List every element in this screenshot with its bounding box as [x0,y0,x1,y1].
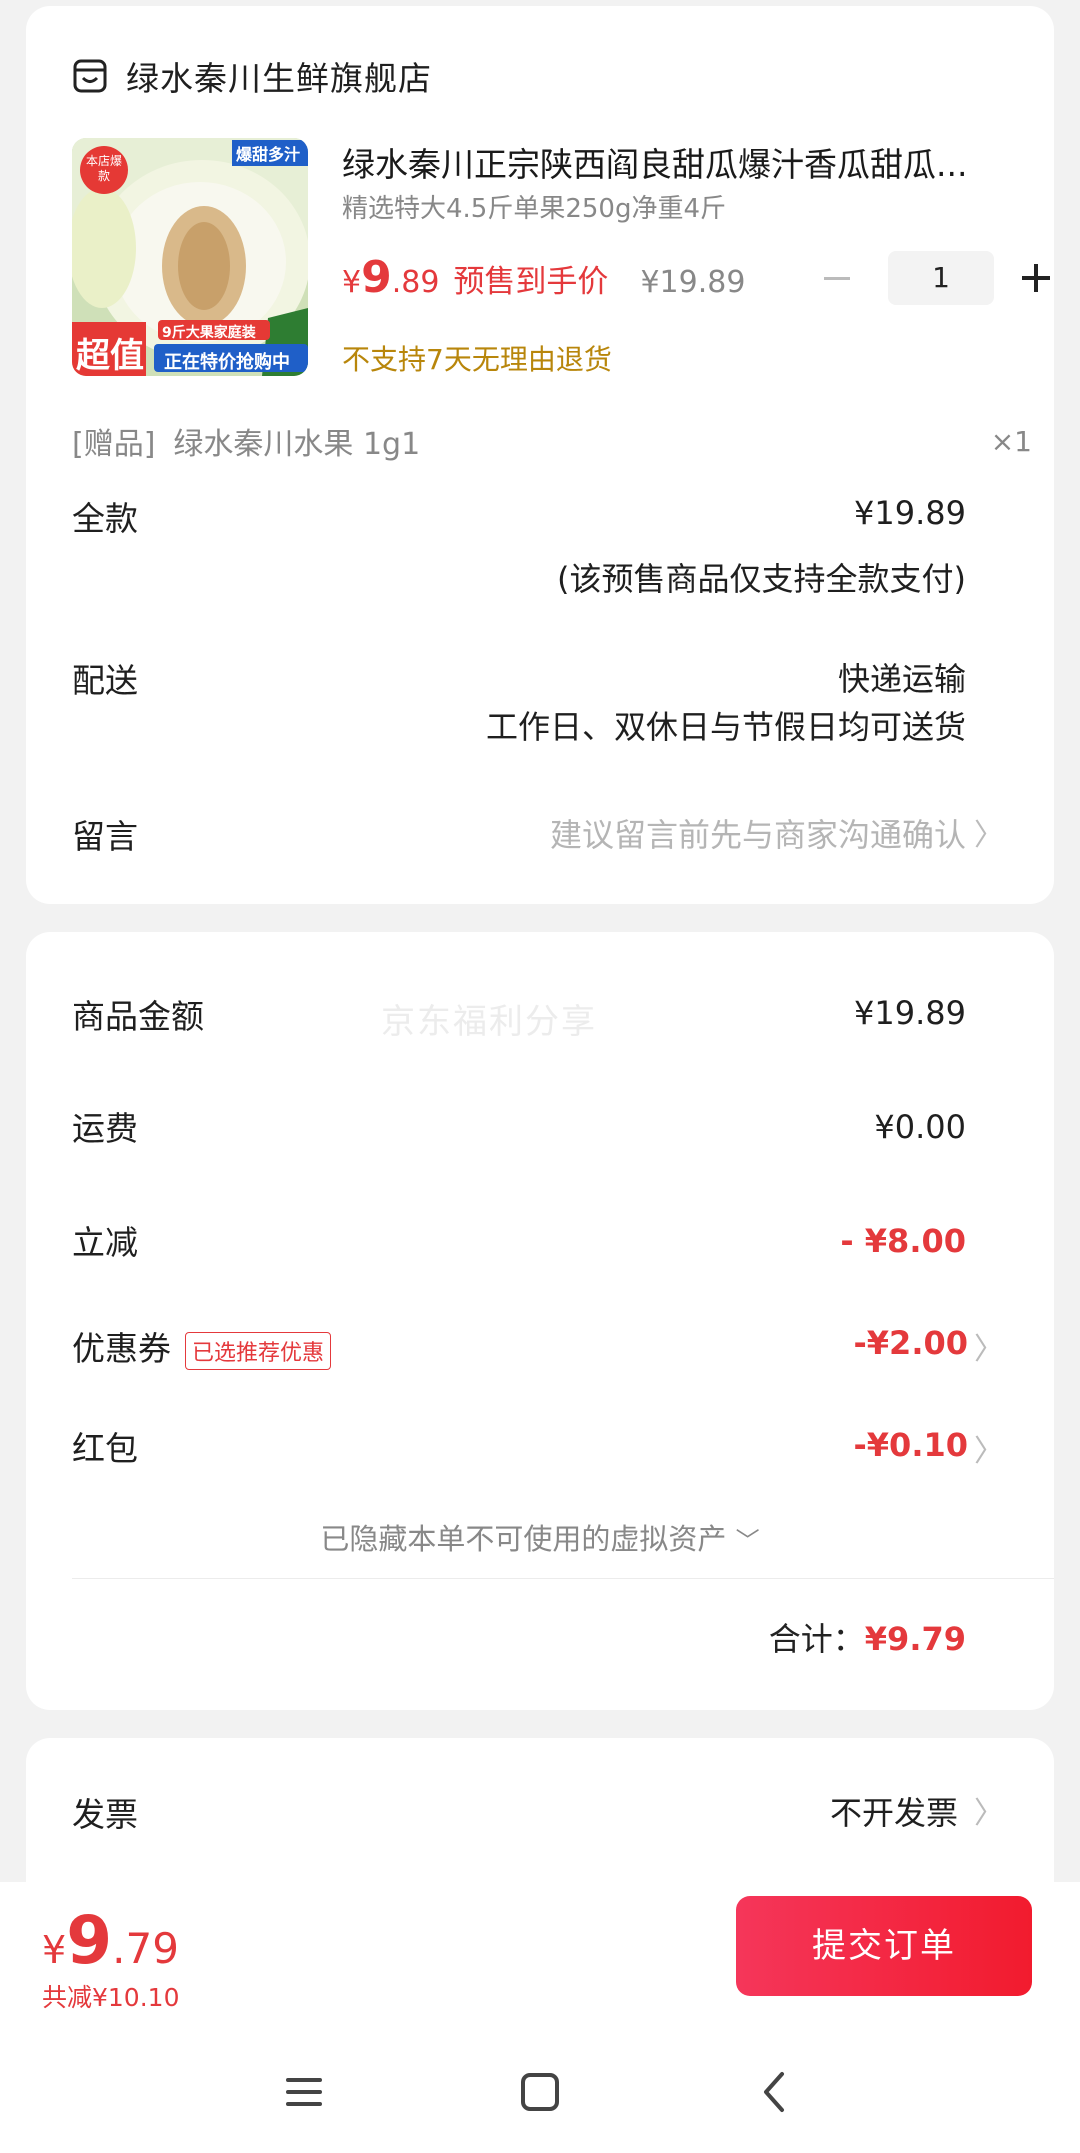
hidden-assets-toggle[interactable]: 已隐藏本单不可使用的虚拟资产 ﹀ [26,1516,1054,1558]
price-symbol: ¥ [342,265,362,300]
gift-name: 绿水秦川水果 1g1 [173,427,421,462]
shipping-value: ¥0.00 [874,1108,966,1146]
quantity-input[interactable]: 1 [888,251,994,305]
product-title[interactable]: 绿水秦川正宗陕西阎良甜瓜爆汁香瓜甜瓜... [342,138,1022,186]
delivery-method[interactable]: 快递运输 [838,654,966,700]
product-image[interactable]: 爆甜多汁 本店爆款 超值 9斤大果家庭装 正在特价抢购中 [72,138,308,376]
back-icon[interactable] [746,2062,806,2122]
redpacket-chevron-icon: 〉 [974,1434,1004,1469]
message-label: 留言 [72,817,138,856]
product-price: ¥ 9 .89 预售到手价 ¥19.89 [342,252,745,316]
coupon-badge: 已选推荐优惠 [185,1331,332,1370]
delivery-note: 工作日、双休日与节假日均可送货 [485,708,966,746]
submit-order-button[interactable]: 提交订单 [736,1896,1032,1996]
total-label: 合计： [768,1620,865,1658]
goods-amount-value: ¥19.89 [854,994,966,1032]
store-icon [73,59,107,93]
payable-price: ¥ 9 .79 [42,1902,179,1979]
no-return-notice: 不支持7天无理由退货 [342,343,612,376]
invoice-label: 发票 [72,1795,138,1834]
quantity-stepper: 1 [816,250,1056,306]
minus-icon[interactable] [816,250,856,306]
chevron-down-icon: ﹀ [735,1527,760,1555]
gift-qty: ×1 [990,424,1032,458]
gift-tag: [赠品] [72,427,156,462]
coupon-chevron-icon: 〉 [974,1332,1004,1367]
coupon-value[interactable]: -¥2.00 [854,1324,969,1362]
coupon-label: 优惠券 [72,1329,171,1368]
plus-icon[interactable] [1016,250,1056,306]
shop-header[interactable]: 绿水秦川生鲜旗舰店 [72,50,432,102]
shop-name: 绿水秦川生鲜旗舰店 [126,59,432,98]
image-pack-label: 9斤大果家庭装 [162,325,256,341]
invoice-value[interactable]: 不开发票 [830,1788,958,1834]
image-seal: 本店爆款 [86,154,123,183]
gift-row: [赠品] 绿水秦川水果 1g1 ×1 [72,416,1032,466]
payable-integer: 9 [66,1902,113,1979]
order-total: 合计：¥9.79 [769,1614,966,1660]
watermark: 京东福利分享 [381,1002,597,1042]
payment-note: (该预售商品仅支持全款支付) [557,560,966,598]
shipping-label: 运费 [72,1109,138,1148]
presale-label: 预售到手价 [453,264,609,300]
payment-label: 全款 [72,499,138,538]
discount-label: 立减 [72,1223,138,1262]
invoice-chevron-icon: 〉 [974,1796,1004,1831]
price-summary-card: 京东福利分享 商品金额 ¥19.89 运费 ¥0.00 立减 - ¥8.00 优… [26,932,1054,1710]
payment-value: ¥19.89 [854,494,966,532]
order-card: 绿水秦川生鲜旗舰店 爆甜多汁 本店爆款 超值 9斤大果家庭装 正在特价抢购中 绿… [26,6,1054,904]
message-input[interactable]: 建议留言前先与商家沟通确认 [550,810,966,856]
hidden-assets-label: 已隐藏本单不可使用的虚拟资产 [320,1522,727,1556]
coupon-row[interactable]: 优惠券 已选推荐优惠 [72,1322,332,1370]
menu-icon[interactable] [274,2062,334,2122]
discount-value: - ¥8.00 [840,1222,966,1260]
price-integer: 9 [361,252,392,303]
image-big-label: 超值 [76,336,144,376]
divider [72,1578,1054,1579]
delivery-label: 配送 [72,661,138,700]
product-spec: 精选特大4.5斤单果250g净重4斤 [342,194,727,224]
total-saved: 共减¥10.10 [42,1983,180,2012]
payable-symbol: ¥ [42,1928,67,1972]
payable-decimal: .79 [112,1924,179,1973]
image-promo-label: 正在特价抢购中 [164,352,290,373]
price-decimal: .89 [391,265,440,300]
original-price: ¥19.89 [640,265,746,300]
redpacket-value[interactable]: -¥0.10 [854,1426,969,1464]
image-badge-top: 爆甜多汁 [236,145,301,164]
total-value: ¥9.79 [864,1620,966,1658]
message-chevron-icon: 〉 [974,818,1004,853]
bottom-action-bar: ¥ 9 .79 共减¥10.10 提交订单 [0,1882,1080,2022]
goods-amount-label: 商品金额 [72,997,204,1036]
system-nav-bar [0,2022,1080,2153]
home-icon[interactable] [510,2062,570,2122]
redpacket-label: 红包 [72,1429,138,1468]
